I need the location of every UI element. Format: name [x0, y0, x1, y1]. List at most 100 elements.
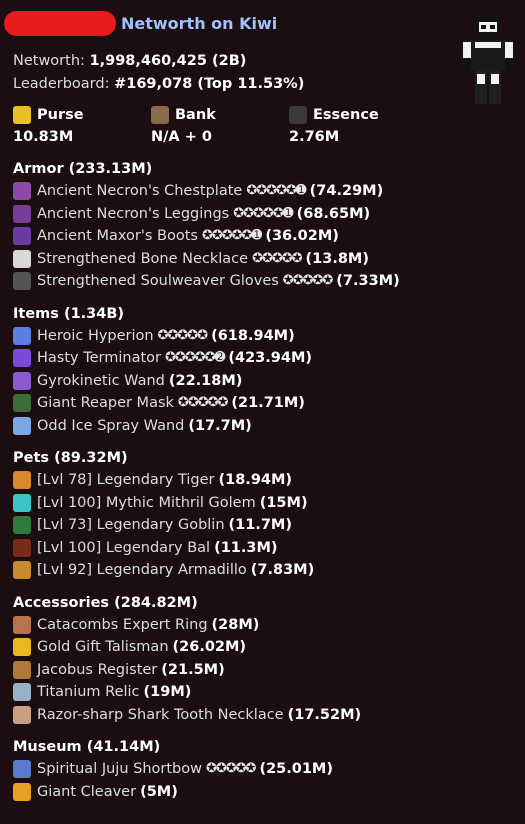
- section-title-items: Items (1.34B): [13, 305, 125, 322]
- item-value: (15M): [259, 494, 308, 511]
- item-name: Spiritual Juju Shortbow: [37, 761, 202, 777]
- accessories-item: Gold Gift Talisman (26.02M): [13, 636, 513, 659]
- item-name: Catacombs Expert Ring: [37, 616, 208, 633]
- item-icon: [13, 782, 31, 801]
- pets-item: [Lvl 78] Legendary Tiger (18.94M): [13, 469, 513, 492]
- item-name: Giant Cleaver: [37, 783, 137, 800]
- pets-item: [Lvl 100] Legendary Bal (11.3M): [13, 537, 513, 560]
- armor-item: Ancient Necron's Chestplate ✪✪✪✪✪➊ (74.29M…: [13, 180, 513, 203]
- item-stars: ✪✪✪✪✪➊: [246, 183, 306, 198]
- item-icon: [13, 182, 31, 201]
- item-name: Ancient Necron's Leggings: [37, 205, 230, 222]
- item-name: [Lvl 78] Legendary Tiger: [37, 472, 215, 488]
- section-title-armor: Armor (233.13M): [13, 161, 153, 177]
- pets-item: [Lvl 73] Legendary Goblin (11.7M): [13, 514, 513, 537]
- item-name: Giant Reaper Mask: [37, 395, 174, 411]
- item-icon: [13, 638, 31, 657]
- item-value: (11.7M): [228, 517, 292, 533]
- item-value: (11.3M): [214, 539, 278, 556]
- item-name: Titanium Relic: [37, 684, 140, 700]
- item-icon: [13, 561, 31, 580]
- accessories-item: Jacobus Register (21.5M): [13, 659, 513, 682]
- item-stars: ✪✪✪✪✪➊: [201, 228, 262, 243]
- item-value: (74.29M): [309, 183, 384, 199]
- item-value: (7.83M): [250, 562, 315, 578]
- section-title-museum: Museum (41.14M): [13, 739, 161, 755]
- item-icon: [13, 394, 31, 413]
- item-icon: [13, 272, 31, 291]
- accessories-item: Razor-sharp Shark Tooth Necklace (17.52M): [13, 704, 513, 727]
- item-name: Ancient Necron's Chestplate: [37, 183, 243, 199]
- item-stars: ✪✪✪✪✪: [177, 395, 228, 410]
- item-value: (17.52M): [287, 706, 362, 723]
- armor-item: Strengthened Soulweaver Gloves ✪✪✪✪✪ (7.33…: [13, 270, 513, 293]
- item-stars: ✪✪✪✪✪➋: [165, 350, 225, 365]
- item-value: (5M): [140, 783, 178, 800]
- item-name: [Lvl 100] Mythic Mithril Golem: [37, 494, 256, 511]
- items-section: Items (1.34B) Heroic Hyperion ✪✪✪✪✪ (618.9…: [13, 303, 513, 438]
- item-stars: ✪✪✪✪✪: [282, 273, 333, 288]
- item-icon: [13, 204, 31, 223]
- museum-section: Museum (41.14M) Spiritual Juju Shortbow ✪…: [13, 736, 513, 803]
- items-item: Gyrokinetic Wand (22.18M): [13, 370, 513, 393]
- items-item: Odd Ice Spray Wand (17.7M): [13, 415, 513, 438]
- pets-item: [Lvl 100] Mythic Mithril Golem (15M): [13, 492, 513, 515]
- bank-stat: Bank N/A + 0: [151, 106, 216, 145]
- item-name: [Lvl 92] Legendary Armadillo: [37, 562, 247, 578]
- accessories-item: Catacombs Expert Ring (28M): [13, 614, 513, 637]
- item-name: Ancient Maxor's Boots: [37, 228, 198, 244]
- accessories-item: Titanium Relic (19M): [13, 681, 513, 704]
- section-title-accessories: Accessories (284.82M): [13, 594, 198, 611]
- item-value: (21.5M): [161, 661, 225, 678]
- items-item: Giant Reaper Mask ✪✪✪✪✪ (21.71M): [13, 392, 513, 415]
- networth-value: 1,998,460,425 (2B): [89, 53, 247, 69]
- purse-stat: Purse 10.83M: [13, 106, 84, 145]
- item-value: (17.7M): [188, 417, 252, 434]
- item-icon: [13, 227, 31, 246]
- armor-section: Armor (233.13M) Ancient Necron's Chestpl…: [13, 158, 513, 293]
- item-icon: [13, 326, 31, 345]
- networth-line: Networth: 1,998,460,425 (2B): [13, 53, 247, 69]
- item-name: [Lvl 73] Legendary Goblin: [37, 517, 225, 533]
- section-title-pets: Pets (89.32M): [13, 450, 128, 466]
- item-value: (618.94M): [211, 327, 295, 344]
- item-value: (68.65M): [296, 205, 371, 222]
- armor-item: Ancient Necron's Leggings ✪✪✪✪✪➊ (68.65M): [13, 203, 513, 226]
- item-icon: [13, 615, 31, 634]
- pets-item: [Lvl 92] Legendary Armadillo (7.83M): [13, 559, 513, 582]
- item-value: (26.02M): [172, 639, 247, 655]
- item-icon: [13, 538, 31, 557]
- item-icon: [13, 516, 31, 535]
- pets-section: Pets (89.32M) [Lvl 78] Legendary Tiger (1…: [13, 447, 513, 582]
- item-name: Hasty Terminator: [37, 350, 161, 366]
- item-name: Heroic Hyperion: [37, 327, 154, 344]
- item-stars: ✪✪✪✪✪: [252, 250, 302, 266]
- leaderboard-line: Leaderboard: #169,078 (Top 11.53%): [13, 76, 305, 92]
- item-value: (19M): [143, 684, 192, 700]
- item-name: [Lvl 100] Legendary Bal: [37, 539, 211, 556]
- item-stars: ✪✪✪✪✪: [205, 761, 256, 776]
- item-icon: [13, 249, 31, 268]
- item-icon: [13, 493, 31, 512]
- item-icon: [13, 371, 31, 390]
- item-name: Jacobus Register: [37, 661, 158, 678]
- item-value: (36.02M): [265, 228, 339, 244]
- item-name: Odd Ice Spray Wand: [37, 417, 185, 434]
- item-name: Gyrokinetic Wand: [37, 372, 165, 389]
- essence-stat: Essence 2.76M: [289, 106, 379, 145]
- item-value: (28M): [211, 616, 260, 633]
- essence-icon: [289, 106, 307, 124]
- item-stars: ✪✪✪✪✪: [157, 327, 208, 343]
- item-value: (423.94M): [228, 350, 312, 366]
- gold-ingot-icon: [13, 106, 31, 124]
- item-icon: [13, 705, 31, 724]
- item-icon: [13, 660, 31, 679]
- museum-item: Spiritual Juju Shortbow ✪✪✪✪✪ (25.01M): [13, 758, 513, 781]
- armor-item: Strengthened Bone Necklace ✪✪✪✪✪ (13.8M): [13, 248, 513, 271]
- items-item: Hasty Terminator ✪✪✪✪✪➋ (423.94M): [13, 347, 513, 370]
- item-value: (13.8M): [305, 250, 369, 267]
- item-name: Strengthened Soulweaver Gloves: [37, 273, 279, 289]
- item-name: Strengthened Bone Necklace: [37, 250, 249, 267]
- item-icon: [13, 416, 31, 435]
- item-name: Gold Gift Talisman: [37, 639, 169, 655]
